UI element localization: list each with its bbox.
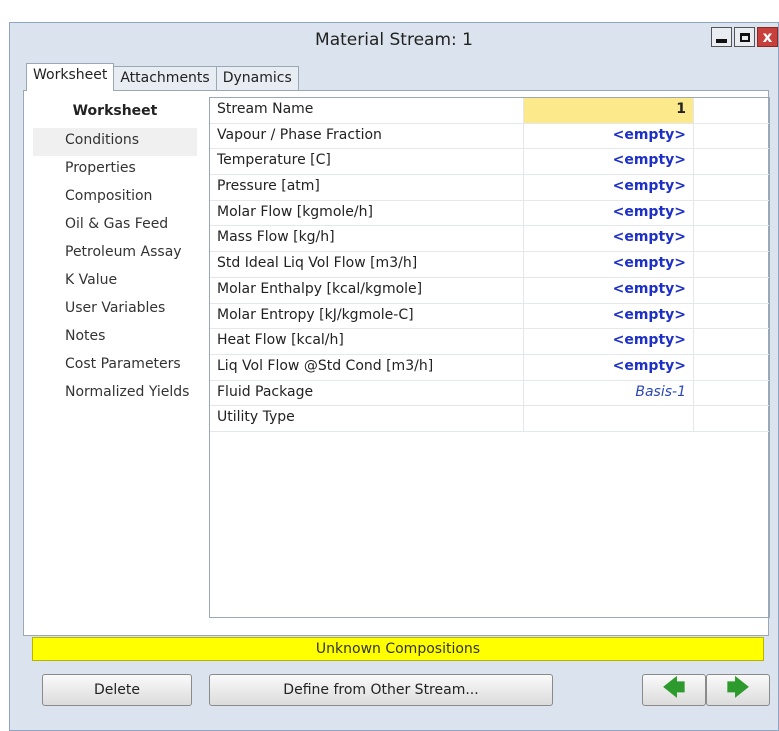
- nav-item-petroleum-assay[interactable]: Petroleum Assay: [33, 240, 197, 268]
- spare-cell: [694, 226, 769, 251]
- close-button[interactable]: x: [757, 27, 778, 47]
- window-title: Material Stream: 1: [315, 30, 473, 50]
- vapour-fraction-field[interactable]: <empty>: [524, 123, 694, 149]
- material-stream-window: Material Stream: 1 x Worksheet Attachmen…: [9, 22, 779, 731]
- nav-item-notes[interactable]: Notes: [33, 324, 197, 352]
- nav-item-composition[interactable]: Composition: [33, 184, 197, 212]
- tab-strip: Worksheet Attachments Dynamics: [26, 63, 299, 91]
- row-label: Molar Flow [kgmole/h]: [210, 200, 524, 226]
- row-label: Fluid Package: [210, 380, 524, 406]
- pressure-field[interactable]: <empty>: [524, 175, 694, 200]
- nav-item-k-value[interactable]: K Value: [33, 268, 197, 296]
- row-label: Temperature [C]: [210, 149, 524, 175]
- next-button[interactable]: 🡆: [706, 674, 770, 706]
- minimize-button[interactable]: [711, 27, 732, 47]
- molar-entropy-field[interactable]: <empty>: [524, 303, 694, 329]
- grid-row: Temperature [C] <empty>: [210, 149, 769, 176]
- temperature-field[interactable]: <empty>: [524, 149, 694, 175]
- spare-cell: [694, 149, 769, 174]
- spare-cell: [694, 381, 769, 406]
- grid-row: Fluid Package Basis-1: [210, 380, 769, 407]
- worksheet-panel: Worksheet Conditions Properties Composit…: [23, 90, 770, 636]
- nav-item-normalized-yields[interactable]: Normalized Yields: [33, 380, 197, 408]
- spare-cell: [694, 355, 769, 380]
- title-bar[interactable]: Material Stream: 1 x: [10, 23, 778, 59]
- tab-worksheet[interactable]: Worksheet: [26, 63, 115, 91]
- grid-row: Std Ideal Liq Vol Flow [m3/h] <empty>: [210, 252, 769, 278]
- utility-type-field[interactable]: [524, 406, 694, 431]
- std-ideal-liq-vol-flow-field[interactable]: <empty>: [524, 252, 694, 277]
- maximize-icon: [739, 32, 750, 42]
- fluid-package-field[interactable]: Basis-1: [524, 380, 694, 406]
- delete-button-label: Delete: [94, 682, 140, 698]
- spare-cell: [694, 278, 769, 303]
- arrow-right-icon: 🡆: [726, 676, 750, 701]
- tab-attachments[interactable]: Attachments: [113, 66, 217, 91]
- grid-row: Utility Type: [210, 406, 769, 432]
- molar-enthalpy-field[interactable]: <empty>: [524, 277, 694, 303]
- delete-button[interactable]: Delete: [42, 674, 192, 706]
- grid-row: Liq Vol Flow @Std Cond [m3/h] <empty>: [210, 354, 769, 381]
- grid-row: Pressure [atm] <empty>: [210, 175, 769, 201]
- row-label: Molar Entropy [kJ/kgmole-C]: [210, 303, 524, 329]
- maximize-button[interactable]: [734, 27, 755, 47]
- nav-item-cost-parameters[interactable]: Cost Parameters: [33, 352, 197, 380]
- mass-flow-field[interactable]: <empty>: [524, 226, 694, 252]
- define-from-other-stream-button[interactable]: Define from Other Stream...: [209, 674, 553, 706]
- spare-cell: [694, 329, 769, 354]
- nav-item-oil-gas-feed[interactable]: Oil & Gas Feed: [33, 212, 197, 240]
- row-label: Pressure [atm]: [210, 175, 524, 200]
- tab-dynamics[interactable]: Dynamics: [215, 66, 299, 91]
- grid-row: Molar Enthalpy [kcal/kgmole] <empty>: [210, 277, 769, 304]
- grid-row: Molar Entropy [kJ/kgmole-C] <empty>: [210, 303, 769, 330]
- spare-cell: [694, 201, 769, 226]
- define-button-label: Define from Other Stream...: [283, 682, 479, 698]
- spare-cell: [694, 124, 769, 149]
- spare-cell: [694, 304, 769, 329]
- grid-row: Vapour / Phase Fraction <empty>: [210, 123, 769, 150]
- worksheet-nav: Worksheet Conditions Properties Composit…: [33, 96, 197, 617]
- row-label: Liq Vol Flow @Std Cond [m3/h]: [210, 354, 524, 380]
- row-label: Heat Flow [kcal/h]: [210, 329, 524, 354]
- stream-name-field[interactable]: 1: [524, 98, 694, 123]
- spare-cell: [694, 175, 769, 200]
- spare-cell: [694, 98, 769, 123]
- row-label: Mass Flow [kg/h]: [210, 226, 524, 252]
- grid-row: Mass Flow [kg/h] <empty>: [210, 226, 769, 253]
- previous-button[interactable]: 🡄: [642, 674, 706, 706]
- heat-flow-field[interactable]: <empty>: [524, 329, 694, 354]
- nav-item-conditions[interactable]: Conditions: [33, 128, 197, 156]
- grid-row: Heat Flow [kcal/h] <empty>: [210, 329, 769, 355]
- liq-vol-flow-std-field[interactable]: <empty>: [524, 354, 694, 380]
- row-label: Utility Type: [210, 406, 524, 431]
- conditions-grid: Stream Name 1 Vapour / Phase Fraction <e…: [209, 97, 770, 618]
- grid-row: Stream Name 1: [210, 98, 769, 124]
- nav-item-user-variables[interactable]: User Variables: [33, 296, 197, 324]
- close-icon: x: [762, 28, 773, 46]
- minimize-icon: [716, 38, 727, 43]
- row-label: Stream Name: [210, 98, 524, 123]
- arrow-left-icon: 🡄: [662, 676, 686, 701]
- molar-flow-field[interactable]: <empty>: [524, 200, 694, 226]
- nav-header: Worksheet: [72, 103, 158, 119]
- row-label: Std Ideal Liq Vol Flow [m3/h]: [210, 252, 524, 277]
- row-label: Vapour / Phase Fraction: [210, 123, 524, 149]
- spare-cell: [694, 252, 769, 277]
- window-controls: x: [709, 27, 778, 47]
- grid-row: Molar Flow [kgmole/h] <empty>: [210, 200, 769, 227]
- status-bar: Unknown Compositions: [32, 637, 764, 661]
- nav-item-properties[interactable]: Properties: [33, 156, 197, 184]
- row-label: Molar Enthalpy [kcal/kgmole]: [210, 277, 524, 303]
- spare-cell: [694, 406, 769, 431]
